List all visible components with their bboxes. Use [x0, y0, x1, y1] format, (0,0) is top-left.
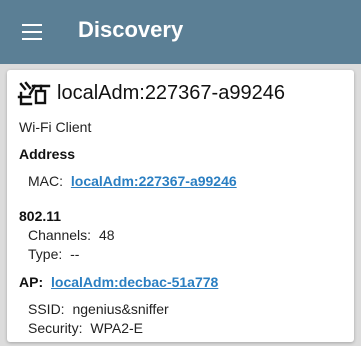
device-name: localAdm:227367-a99246 [57, 81, 285, 104]
security-label: Security: [28, 320, 83, 336]
security-value: WPA2-E [90, 320, 143, 336]
channels-label: Channels: [28, 227, 92, 243]
mac-label: MAC: [28, 173, 63, 189]
device-details-card: localAdm:227367-a99246 Wi-Fi Client Addr… [7, 70, 354, 342]
device-type: Wi-Fi Client [19, 119, 92, 135]
security-row: Security: WPA2-E [28, 320, 143, 336]
ssid-label: SSID: [28, 301, 65, 317]
type-row: Type: -- [28, 246, 79, 262]
page-title: Discovery [78, 17, 184, 42]
channels-value: 48 [98, 227, 115, 243]
ap-label: AP: [19, 274, 44, 290]
app-bar: Discovery [0, 0, 361, 64]
ap-row: AP: localAdm:decbac-51a778 [19, 274, 218, 290]
address-heading: Address [19, 146, 76, 162]
mac-link[interactable]: localAdm:227367-a99246 [71, 173, 237, 189]
mac-row: MAC: localAdm:227367-a99246 [28, 173, 237, 189]
wifi-client-device-icon [17, 81, 51, 106]
hamburger-menu-icon[interactable] [22, 24, 42, 40]
wireless-heading: 802.11 [19, 208, 62, 224]
ssid-row: SSID: ngenius&sniffer [28, 301, 169, 317]
type-label: Type: [28, 246, 63, 262]
type-value: -- [70, 246, 80, 262]
device-header: localAdm:227367-a99246 [17, 80, 285, 106]
ssid-value: ngenius&sniffer [72, 301, 169, 317]
ap-link[interactable]: localAdm:decbac-51a778 [51, 274, 218, 290]
channels-row: Channels: 48 [28, 227, 115, 243]
